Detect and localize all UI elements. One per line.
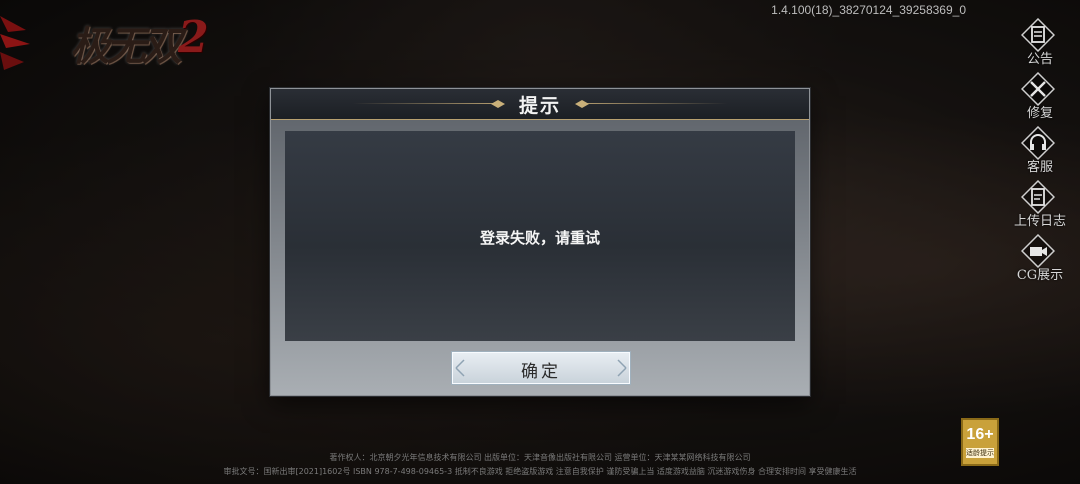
logo-text: 极无双 — [70, 23, 182, 70]
button-ornament-icon — [617, 359, 627, 377]
repair-tools-icon — [1021, 72, 1055, 106]
side-item-label: 客服 — [1026, 160, 1053, 175]
age-rating-badge[interactable]: 16+ 适龄提示 — [961, 418, 999, 466]
side-item-label: CG展示 — [1016, 268, 1064, 283]
age-rating: 16+ — [966, 426, 994, 443]
logo-number: 2 — [178, 12, 209, 63]
version-string: 1.4.100(18)_38270124_39258369_0 — [771, 3, 966, 17]
brand-slash-icon — [0, 16, 30, 70]
dialog-header: 提示 — [271, 89, 809, 120]
dialog-message: 登录失败，请重试 — [479, 229, 600, 247]
side-item-notice[interactable]: 公告 — [1000, 18, 1080, 72]
health-notice-line: 审批文号：国新出审[2021]1602号 ISBN 978-7-498-0946… — [223, 467, 857, 476]
copyright-line: 著作权人：北京朝夕光年信息技术有限公司 出版单位：天津音像出版社有限公司 运营单… — [329, 453, 751, 462]
upload-log-icon — [1021, 180, 1055, 214]
notice-icon — [1021, 18, 1055, 52]
side-item-cg[interactable]: CG展示 — [1000, 234, 1080, 288]
video-camera-icon — [1021, 234, 1055, 268]
dialog-body: 登录失败，请重试 — [285, 131, 795, 341]
side-item-label: 上传日志 — [1013, 214, 1066, 229]
side-item-repair[interactable]: 修复 — [1000, 72, 1080, 126]
confirm-button[interactable]: 确定 — [451, 351, 631, 385]
side-item-support[interactable]: 客服 — [1000, 126, 1080, 180]
dialog-title: 提示 — [518, 95, 561, 117]
side-menu: 公告 修复 客服 上传日志 CG展示 — [1000, 18, 1080, 288]
side-item-label: 公告 — [1026, 52, 1053, 67]
side-item-label: 修复 — [1026, 106, 1053, 121]
confirm-button-label: 确定 — [521, 362, 561, 382]
side-item-upload-log[interactable]: 上传日志 — [1000, 180, 1080, 234]
age-rating-label: 适龄提示 — [966, 448, 994, 458]
headset-icon — [1021, 126, 1055, 160]
game-logo: 极无双 2 — [70, 8, 210, 76]
alert-dialog: 提示 登录失败，请重试 确定 — [270, 88, 810, 396]
